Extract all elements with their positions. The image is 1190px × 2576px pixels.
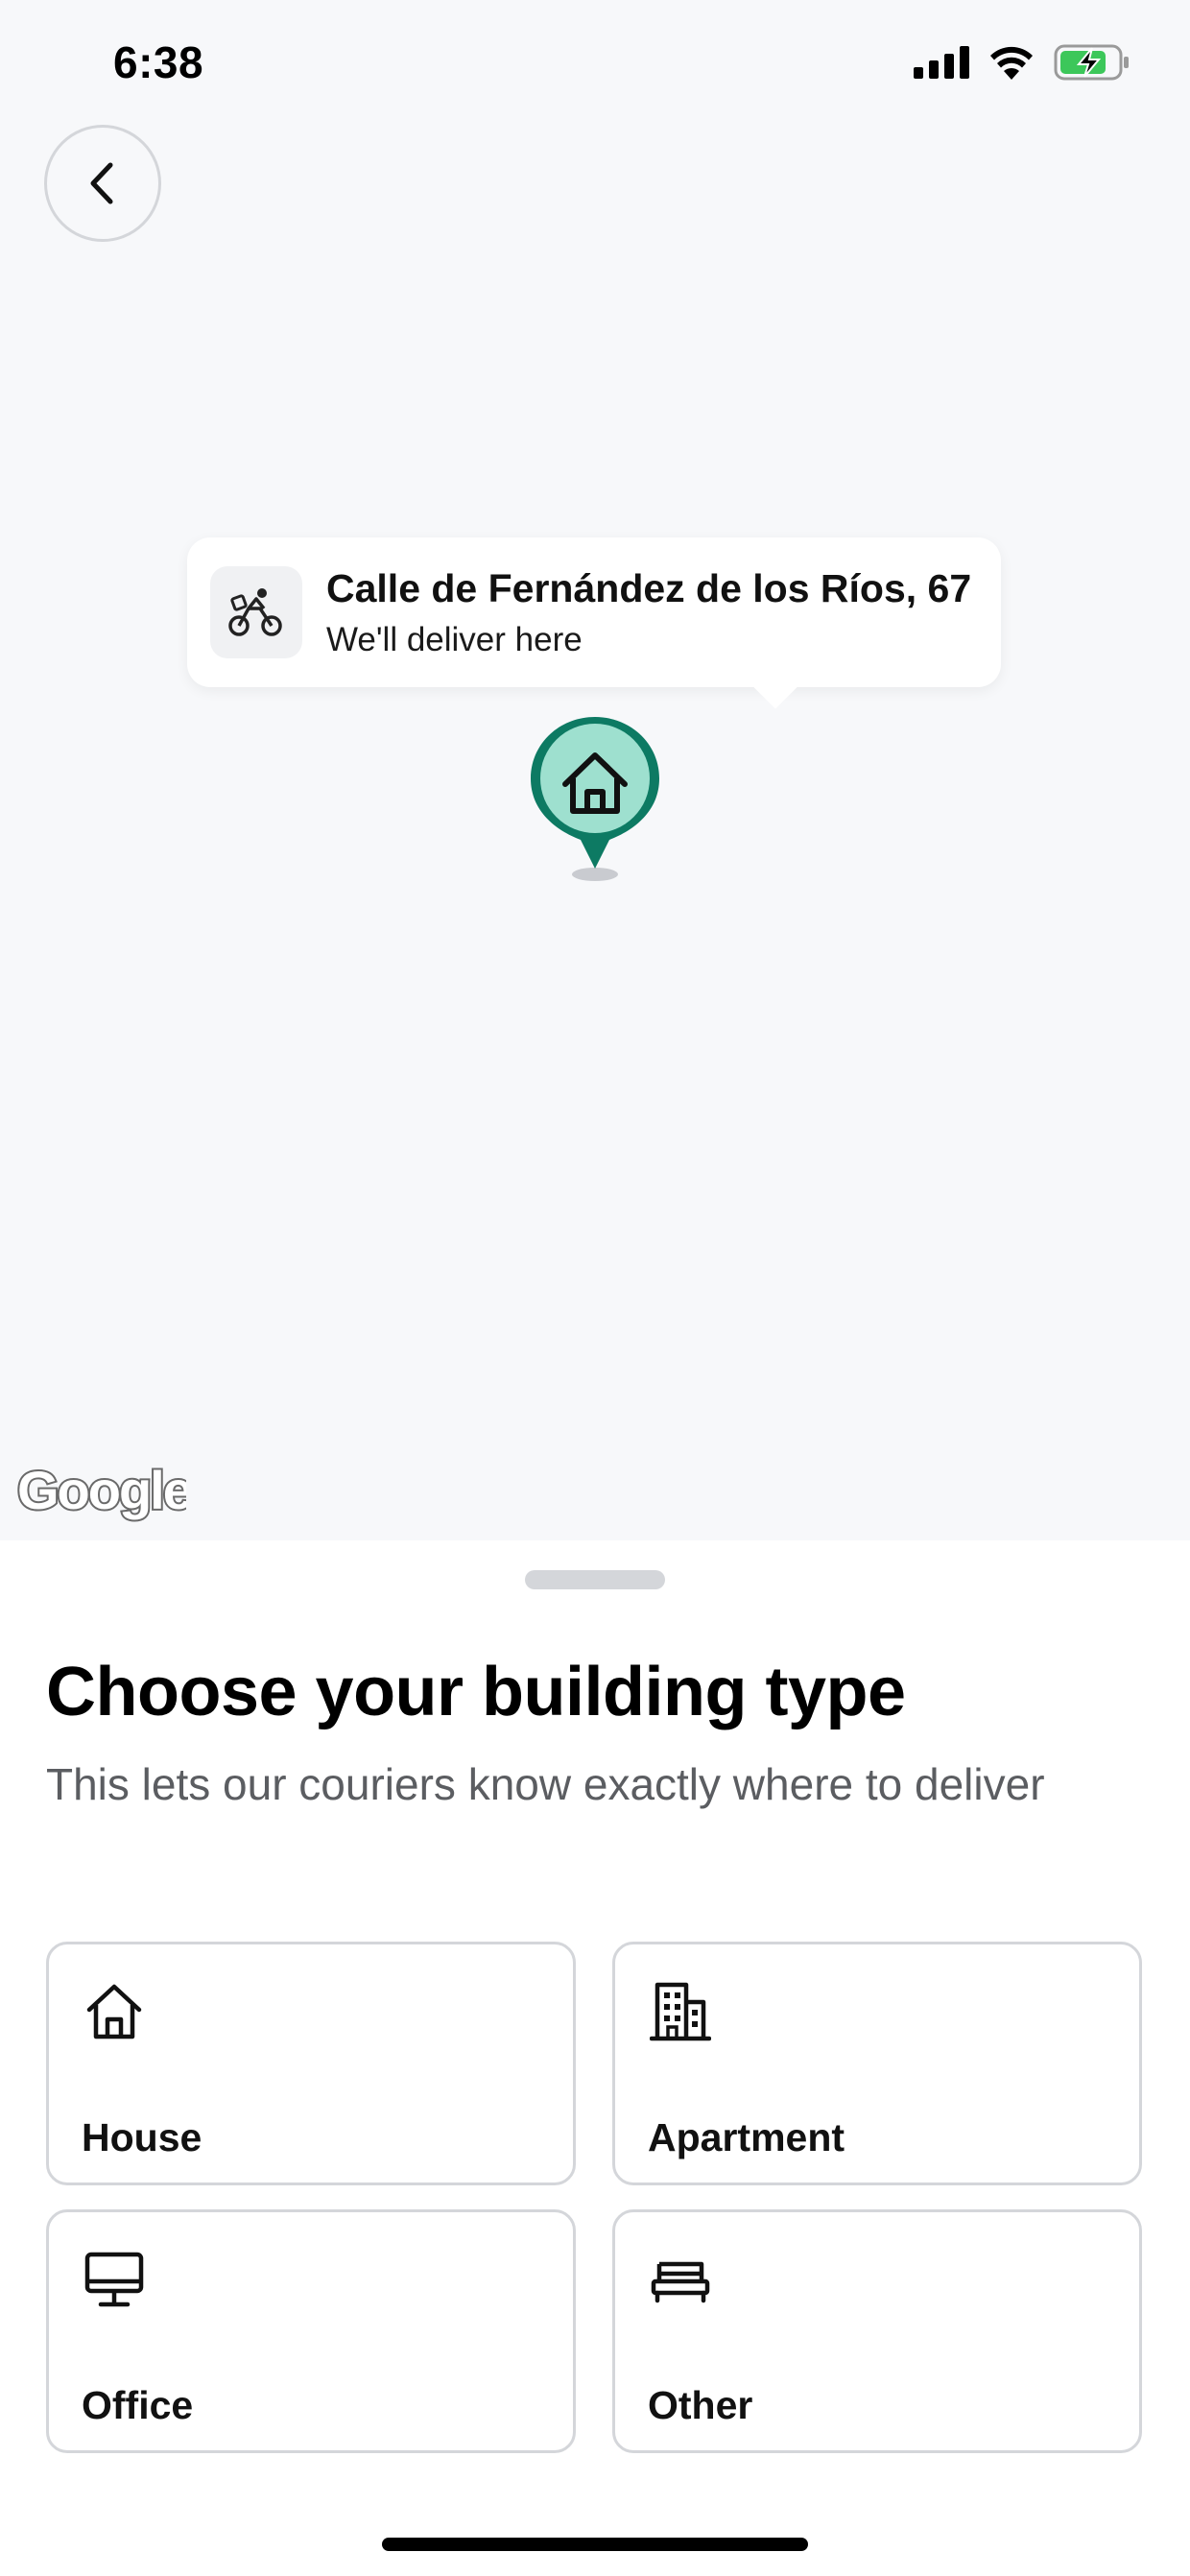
screen: 6:38 Calle de Fernández de los Ríos, 67 … bbox=[0, 0, 1190, 2576]
google-attribution-logo: Google bbox=[15, 1459, 186, 1522]
sheet-title: Choose your building type bbox=[46, 1654, 906, 1730]
courier-icon-box bbox=[210, 566, 302, 658]
battery-charging-icon bbox=[1054, 44, 1129, 81]
house-pin-icon bbox=[531, 717, 659, 881]
sheet-drag-handle[interactable] bbox=[525, 1570, 665, 1589]
courier-bike-icon bbox=[228, 588, 282, 636]
signal-icon bbox=[914, 46, 969, 79]
house-icon bbox=[86, 1984, 142, 2039]
option-apartment[interactable]: Apartment bbox=[612, 1942, 1142, 2185]
home-indicator[interactable] bbox=[382, 2538, 808, 2551]
bed-icon bbox=[651, 2261, 710, 2303]
option-office-label: Office bbox=[82, 2383, 194, 2427]
option-office[interactable]: Office bbox=[46, 2209, 576, 2453]
option-other-label: Other bbox=[648, 2383, 753, 2427]
delivery-address-card[interactable]: Calle de Fernández de los Ríos, 67 We'll… bbox=[187, 537, 1001, 687]
option-house[interactable]: House bbox=[46, 1942, 576, 2185]
status-icons bbox=[914, 44, 1130, 81]
svg-text:Google: Google bbox=[17, 1460, 186, 1520]
sheet-subtitle: This lets our couriers know exactly wher… bbox=[46, 1759, 1045, 1809]
option-apartment-label: Apartment bbox=[648, 2115, 845, 2159]
desktop-monitor-icon bbox=[84, 2252, 144, 2307]
wifi-icon bbox=[990, 46, 1033, 80]
apartment-building-icon bbox=[650, 1982, 711, 2041]
option-house-label: House bbox=[82, 2115, 202, 2159]
back-button[interactable] bbox=[44, 125, 161, 242]
address-text: Calle de Fernández de los Ríos, 67 We'll… bbox=[326, 565, 971, 658]
status-time: 6:38 bbox=[113, 37, 204, 87]
address-subtitle: We'll deliver here bbox=[326, 620, 583, 658]
address-title: Calle de Fernández de los Ríos, 67 bbox=[326, 566, 972, 611]
option-other[interactable]: Other bbox=[612, 2209, 1142, 2453]
chevron-left-icon bbox=[90, 162, 113, 204]
